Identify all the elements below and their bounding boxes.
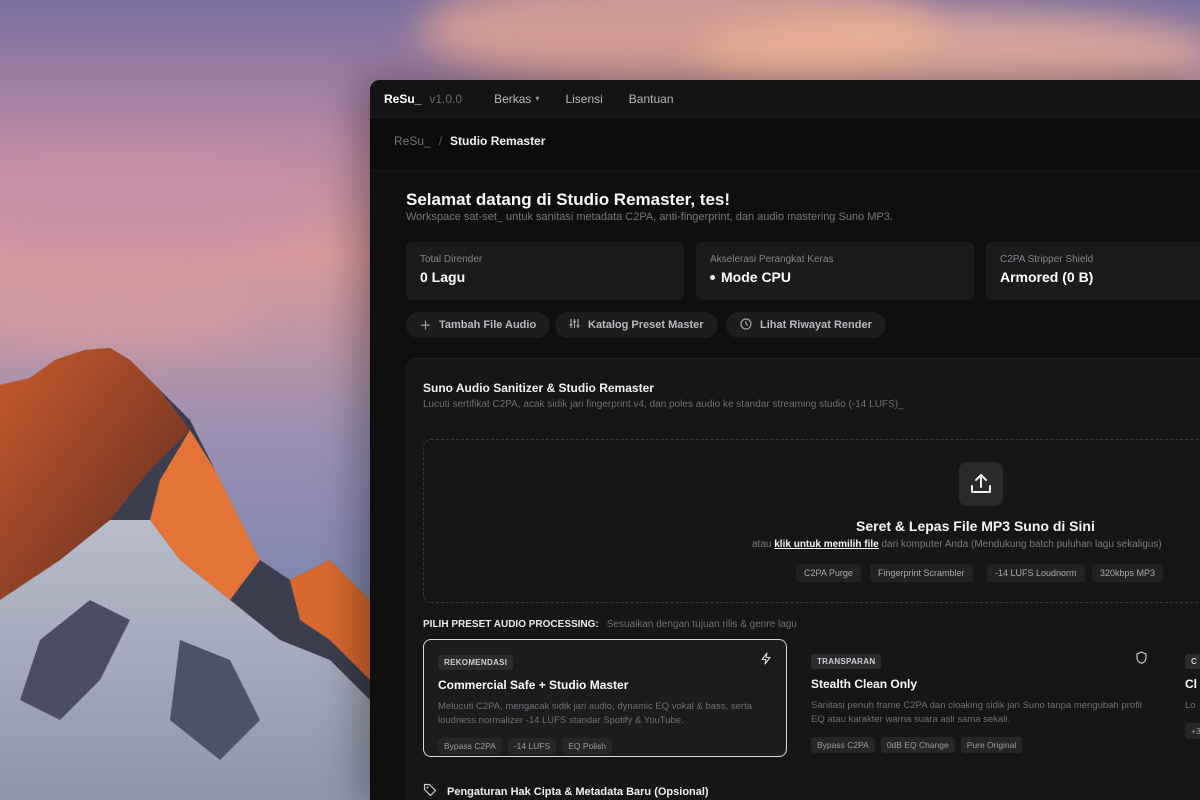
feature-chip: Fingerprint Scrambler — [870, 564, 973, 582]
dropzone-subtitle: atau klik untuk memilih file dari komput… — [752, 539, 1162, 550]
page-title: Selamat datang di Studio Remaster, tes! — [406, 190, 731, 209]
menu-lisensi[interactable]: Lisensi — [565, 92, 602, 106]
stat-label: C2PA Stripper Shield — [1000, 254, 1094, 265]
preset-title: Stealth Clean Only — [811, 677, 918, 691]
preset-description: Sanitasi penuh frame C2PA dan cloaking s… — [811, 700, 1142, 725]
preset-catalog-button[interactable]: Katalog Preset Master — [555, 312, 718, 338]
preset-third[interactable]: C Cl Lo +3 — [1171, 639, 1200, 757]
stat-value: Mode CPU — [721, 269, 791, 285]
preset-tag: 0dB EQ Change — [880, 737, 955, 753]
upload-icon — [959, 462, 1003, 506]
page-subtitle: Workspace sat-set_ untuk sanitasi metada… — [406, 211, 893, 223]
render-history-button[interactable]: Lihat Riwayat Render — [726, 312, 886, 338]
dropzone-title: Seret & Lepas File MP3 Suno di Sini — [856, 518, 1095, 534]
preset-tag: Pure Original — [960, 737, 1023, 753]
menu-berkas[interactable]: Berkas ▾ — [494, 92, 539, 106]
menu-bantuan[interactable]: Bantuan — [629, 92, 674, 106]
preset-header-hint: Sesuaikan dengan tujuan rilis & genre la… — [606, 619, 797, 630]
file-dropzone[interactable]: Seret & Lepas File MP3 Suno di Sini atau… — [423, 439, 1200, 603]
preset-stealth-clean[interactable]: TRANSPARAN Stealth Clean Only Sanitasi p… — [797, 639, 1161, 757]
choose-file-link[interactable]: klik untuk memilih file — [774, 539, 878, 550]
preset-catalog-label: Katalog Preset Master — [588, 319, 704, 331]
breadcrumb-separator: / — [438, 134, 443, 148]
dropzone-suffix: dari komputer Anda (Mendukung batch pulu… — [881, 539, 1162, 550]
copyright-settings-toggle[interactable]: Pengaturan Hak Cipta & Metadata Baru (Op… — [423, 783, 709, 800]
bolt-icon — [760, 652, 772, 668]
stat-total-rendered: Total Dirender 0 Lagu — [406, 242, 684, 300]
stat-label: Total Dirender — [420, 254, 483, 265]
preset-header: PILIH PRESET AUDIO PROCESSING: Sesuaikan… — [423, 619, 797, 630]
clock-icon — [740, 317, 752, 333]
tag-icon — [423, 783, 437, 800]
preset-tags: Bypass C2PA 0dB EQ Change Pure Original — [811, 737, 1147, 753]
chevron-down-icon: ▾ — [535, 94, 540, 103]
copyright-settings-label: Pengaturan Hak Cipta & Metadata Baru (Op… — [447, 785, 709, 798]
preset-tag: Bypass C2PA — [438, 738, 502, 754]
sliders-icon — [569, 318, 580, 332]
stat-c2pa-shield: C2PA Stripper Shield Armored (0 B) — [986, 242, 1200, 300]
preset-tag: +3 — [1185, 723, 1200, 739]
stat-value: 0 Lagu — [420, 269, 466, 285]
add-audio-button[interactable]: ＋ Tambah File Audio — [406, 312, 551, 338]
preset-badge: TRANSPARAN — [811, 654, 882, 669]
menu-bar: ReSu_ v1.0.0 Berkas ▾ Lisensi Bantuan — [370, 80, 1200, 118]
preset-commercial-safe[interactable]: REKOMENDASI Commercial Safe + Studio Mas… — [423, 639, 787, 757]
breadcrumb-current: Studio Remaster — [450, 134, 546, 148]
feature-chip: -14 LUFS Loudnorm — [987, 564, 1085, 582]
preset-title: Cl — [1185, 677, 1197, 691]
preset-tags: +3 — [1185, 723, 1200, 739]
preset-header-title: PILIH PRESET AUDIO PROCESSING: — [423, 619, 599, 630]
dropzone-prefix: atau — [752, 539, 772, 550]
app-brand: ReSu_ — [384, 91, 422, 106]
sanitizer-title: Suno Audio Sanitizer & Studio Remaster — [423, 381, 654, 395]
stat-value: Armored (0 B) — [1000, 269, 1094, 285]
preset-badge: C — [1185, 654, 1200, 669]
status-dot-icon — [710, 274, 715, 280]
preset-badge: REKOMENDASI — [438, 655, 514, 670]
plus-icon: ＋ — [420, 320, 431, 332]
stat-hardware-acceleration: Akselerasi Perangkat Keras Mode CPU — [696, 242, 974, 300]
feature-chip: 320kbps MP3 — [1092, 564, 1164, 582]
preset-title: Commercial Safe + Studio Master — [438, 678, 629, 692]
app-version: v1.0.0 — [429, 91, 463, 106]
preset-tag: Bypass C2PA — [811, 737, 875, 753]
stat-label: Akselerasi Perangkat Keras — [710, 254, 834, 265]
preset-tag: EQ Polish — [562, 738, 612, 754]
sanitizer-subtitle: Lucuti sertifikat C2PA, acak sidik jari … — [423, 399, 904, 410]
feature-chip: C2PA Purge — [796, 564, 861, 582]
sanitizer-card: Suno Audio Sanitizer & Studio Remaster L… — [406, 358, 1200, 800]
preset-description: Lo — [1185, 700, 1196, 711]
app-window: ReSu_ v1.0.0 Berkas ▾ Lisensi Bantuan Re… — [370, 80, 1200, 800]
shield-icon — [1136, 651, 1147, 667]
preset-tags: Bypass C2PA -14 LUFS EQ Polish — [438, 738, 772, 754]
breadcrumb-root[interactable]: ReSu_ — [394, 134, 431, 148]
stat-value-row: Mode CPU — [710, 269, 960, 285]
preset-description: Melucuti C2PA, mengacak sidik jari audio… — [438, 701, 752, 726]
menu-berkas-label: Berkas — [494, 91, 532, 106]
add-audio-label: Tambah File Audio — [439, 319, 537, 331]
breadcrumb: ReSu_ / Studio Remaster — [394, 134, 545, 148]
preset-tag: -14 LUFS — [507, 738, 557, 754]
render-history-label: Lihat Riwayat Render — [760, 319, 872, 331]
